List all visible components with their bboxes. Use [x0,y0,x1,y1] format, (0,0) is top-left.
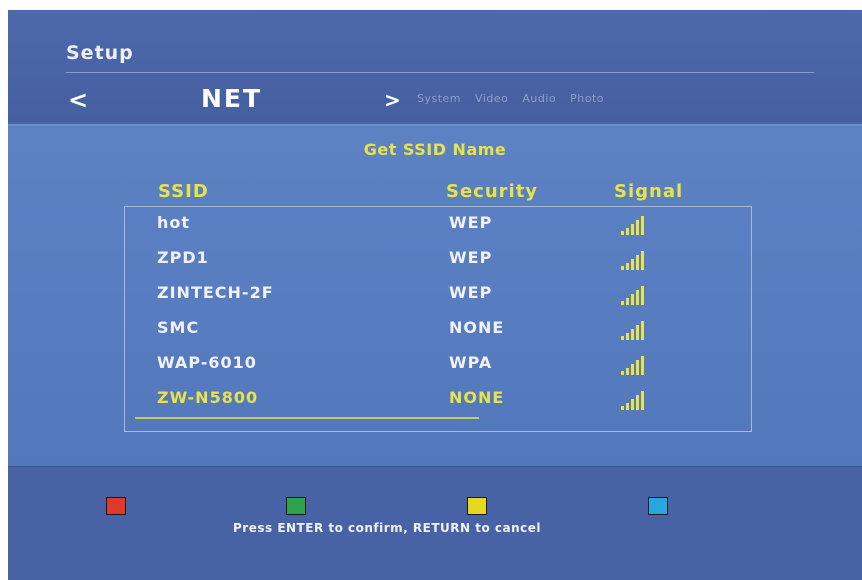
setup-screen: Setup < NET > System Video Audio Photo G… [8,10,862,580]
ssid-security: WEP [449,248,493,267]
green-button[interactable] [286,497,306,515]
signal-bar [621,336,624,340]
ssid-security: WEP [449,213,493,232]
signal-bar [626,228,629,235]
ssid-security: WEP [449,283,493,302]
nav-prev-arrow[interactable]: < [68,86,88,114]
signal-bar [631,294,634,305]
ssid-security: NONE [449,388,505,407]
ssid-name: WAP-6010 [157,353,257,372]
signal-bar [631,329,634,340]
signal-icon [621,355,651,375]
ssid-row-hot[interactable]: hot WEP [125,207,751,242]
header-band: Setup < NET > System Video Audio Photo [8,10,862,122]
ssid-row-zintech-2f[interactable]: ZINTECH-2F WEP [125,277,751,312]
signal-icon [621,215,651,235]
column-header-ssid: SSID [158,181,209,202]
ssid-panel: Get SSID Name SSID Security Signal hot W… [8,124,862,466]
panel-title: Get SSID Name [363,140,507,159]
section-menu: System Video Audio Photo [417,92,604,105]
menu-item-system[interactable]: System [417,92,461,105]
menu-item-video[interactable]: Video [475,92,508,105]
ssid-name: ZW-N5800 [157,388,259,407]
page-title: Setup [66,42,134,64]
signal-bar [626,263,629,270]
signal-bar [636,255,639,270]
signal-bar [641,391,644,410]
current-section-label: NET [201,84,263,113]
signal-bar [631,224,634,235]
signal-bar [621,301,624,305]
ssid-row-zw-n5800[interactable]: ZW-N5800 NONE [125,382,751,417]
signal-bar [641,251,644,270]
menu-item-photo[interactable]: Photo [570,92,604,105]
ssid-security: NONE [449,318,505,337]
signal-bar [621,371,624,375]
signal-bar [641,321,644,340]
ssid-name: SMC [157,318,200,337]
ssid-name: hot [157,213,191,232]
yellow-button[interactable] [467,497,487,515]
blue-button[interactable] [648,497,668,515]
red-button[interactable] [106,497,126,515]
signal-bar [626,368,629,375]
column-header-signal: Signal [614,181,684,202]
signal-bar [626,298,629,305]
ssid-security: WPA [449,353,493,372]
signal-bar [626,333,629,340]
signal-bar [636,325,639,340]
signal-bar [636,220,639,235]
signal-bar [626,403,629,410]
signal-bar [631,259,634,270]
signal-bar [641,356,644,375]
signal-bar [636,360,639,375]
header-divider [66,72,814,73]
signal-icon [621,250,651,270]
signal-bar [631,399,634,410]
signal-bar [636,395,639,410]
signal-bar [621,231,624,235]
ssid-row-smc[interactable]: SMC NONE [125,312,751,347]
signal-bar [621,406,624,410]
signal-bar [641,286,644,305]
menu-item-audio[interactable]: Audio [522,92,556,105]
signal-bar [631,364,634,375]
signal-icon [621,285,651,305]
ssid-list: hot WEP ZPD1 WEP ZINTECH-2F WEP SMC NONE… [124,206,752,432]
column-header-security: Security [446,181,539,202]
selection-underline [135,417,479,419]
signal-bar [636,290,639,305]
signal-icon [621,320,651,340]
footer-hint: Press ENTER to confirm, RETURN to cancel [233,521,542,535]
signal-bar [621,266,624,270]
ssid-name: ZPD1 [157,248,209,267]
ssid-name: ZINTECH-2F [157,283,274,302]
signal-icon [621,390,651,410]
ssid-row-zpd1[interactable]: ZPD1 WEP [125,242,751,277]
nav-next-arrow[interactable]: > [384,88,401,112]
footer-band: Press ENTER to confirm, RETURN to cancel [8,466,862,580]
signal-bar [641,216,644,235]
ssid-row-wap-6010[interactable]: WAP-6010 WPA [125,347,751,382]
